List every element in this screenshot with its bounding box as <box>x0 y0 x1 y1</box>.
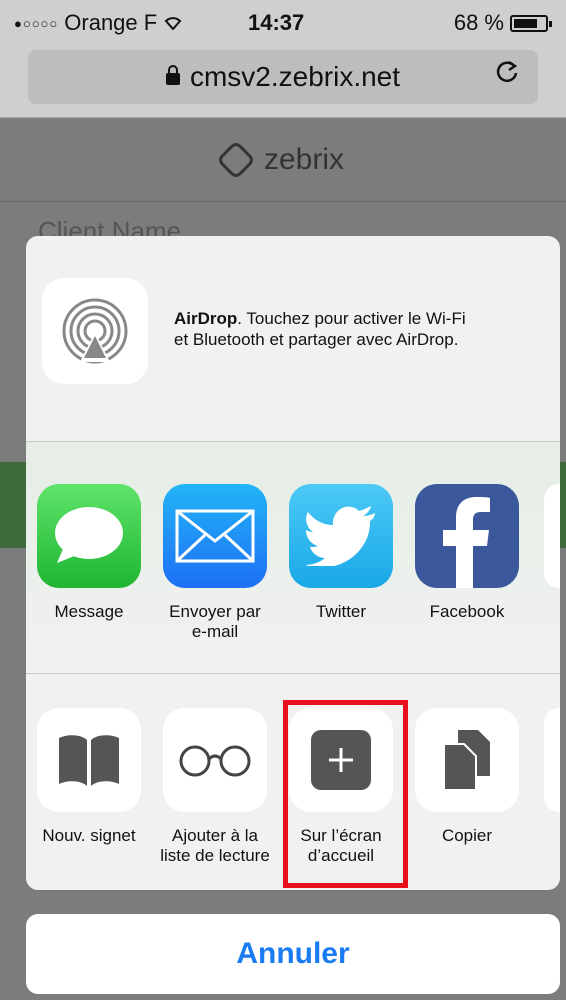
share-mail-label-2: e-mail <box>191 622 239 641</box>
status-time: 14:37 <box>248 10 305 35</box>
action-bookmark-label: Nouv. signet <box>42 826 136 845</box>
airdrop-icon[interactable] <box>42 278 148 384</box>
reading-list-label-1: Ajouter à la <box>172 826 258 845</box>
airdrop-description: AirDrop. Touchez pour activer le Wi-Fi e… <box>174 308 466 350</box>
address-bar[interactable]: cmsv2.zebrix.net <box>28 50 538 104</box>
battery-icon <box>510 14 552 32</box>
carrier-group: ●○○○○ Orange F <box>14 10 183 36</box>
cancel-button[interactable]: Annuler <box>26 914 560 994</box>
signal-strength-icon: ●○○○○ <box>14 15 59 31</box>
share-twitter-label: Twitter <box>315 602 367 621</box>
more-app-icon <box>544 484 560 588</box>
mail-icon <box>163 484 267 588</box>
reading-list-label-2: liste de lecture <box>160 846 270 865</box>
share-message-label: Message <box>54 602 124 621</box>
action-reading-list[interactable]: Ajouter à la liste de lecture <box>160 708 270 866</box>
reload-icon[interactable] <box>494 58 520 92</box>
message-icon <box>37 484 141 588</box>
browser-toolbar: cmsv2.zebrix.net <box>0 42 566 118</box>
share-mail-label: Envoyer par e-mail <box>160 602 270 642</box>
action-copy-label: Copier <box>441 826 493 845</box>
airdrop-desc-2: et Bluetooth et partager avec AirDrop. <box>174 330 459 349</box>
action-copy[interactable]: Copier <box>412 708 522 846</box>
zebrix-logo-icon <box>216 139 256 180</box>
book-icon <box>37 708 141 812</box>
twitter-icon <box>289 484 393 588</box>
copy-icon <box>415 708 519 812</box>
facebook-icon <box>415 484 519 588</box>
share-apps-row: Message Envoyer par e-mail Twitter Faceb… <box>26 442 560 674</box>
action-more[interactable] <box>544 708 560 812</box>
share-message[interactable]: Message <box>34 484 144 622</box>
page-header: zebrix <box>0 118 566 202</box>
lock-icon <box>165 65 180 85</box>
share-mail[interactable]: Envoyer par e-mail <box>160 484 270 642</box>
carrier-name: Orange F <box>64 10 158 35</box>
action-bookmark[interactable]: Nouv. signet <box>34 708 144 846</box>
share-facebook-label: Facebook <box>429 602 505 621</box>
glasses-icon <box>163 708 267 812</box>
url-text: cmsv2.zebrix.net <box>189 61 401 92</box>
wifi-icon <box>163 10 183 36</box>
airdrop-row[interactable]: AirDrop. Touchez pour activer le Wi-Fi e… <box>26 236 560 442</box>
action-reading-list-label: Ajouter à la liste de lecture <box>160 826 270 866</box>
share-mail-label-1: Envoyer par <box>169 602 261 621</box>
highlight-box <box>283 700 408 888</box>
share-more-app[interactable] <box>544 484 560 588</box>
battery-group: 68 % <box>453 10 552 36</box>
airdrop-desc-1: . Touchez pour activer le Wi-Fi <box>237 309 466 328</box>
share-twitter[interactable]: Twitter <box>286 484 396 622</box>
battery-percent: 68 % <box>453 10 504 35</box>
airdrop-title: AirDrop <box>174 309 238 328</box>
share-facebook[interactable]: Facebook <box>412 484 522 622</box>
page-green-bar <box>0 462 28 548</box>
status-bar: ●○○○○ Orange F 14:37 68 % <box>0 0 566 42</box>
more-action-icon <box>544 708 560 812</box>
brand-name: zebrix <box>263 142 345 176</box>
